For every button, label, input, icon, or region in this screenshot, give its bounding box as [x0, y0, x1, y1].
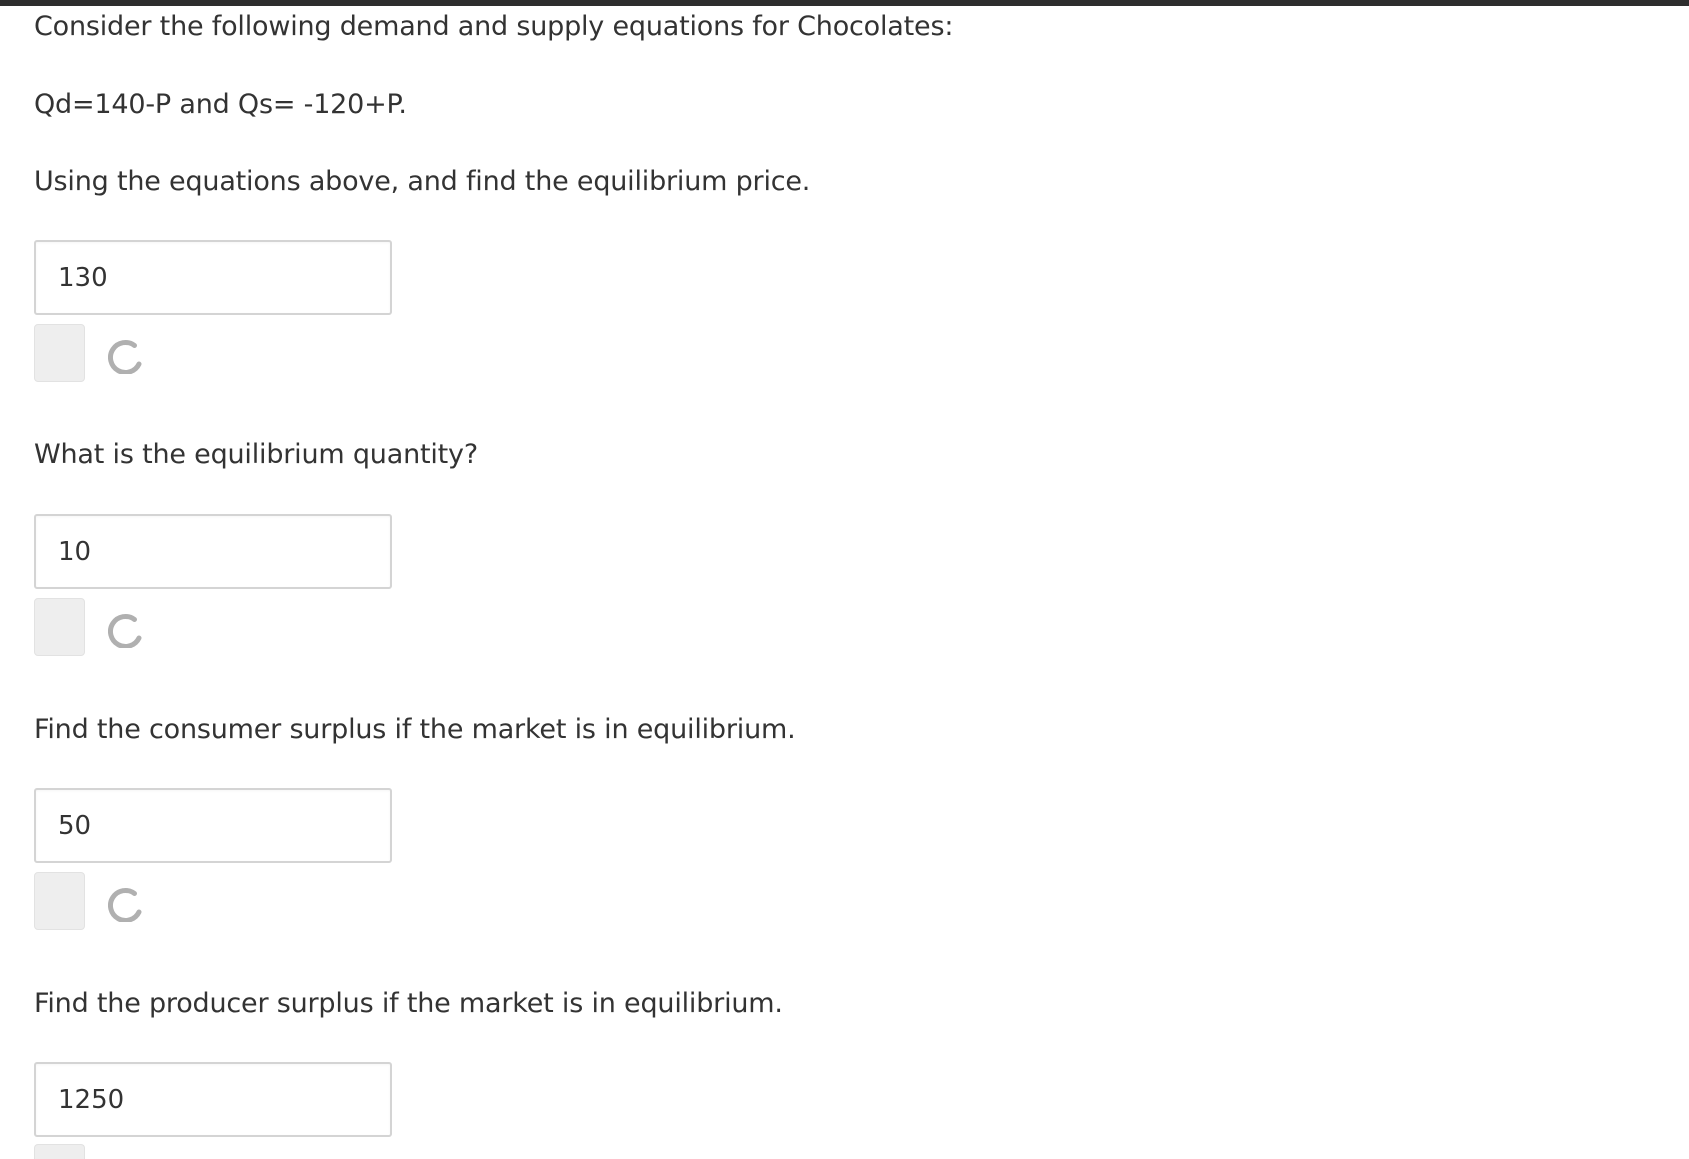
part-2-answer-field[interactable] [34, 514, 392, 589]
part-3-answer-field[interactable] [34, 788, 392, 863]
top-border-bar [0, 0, 1689, 6]
part-2-answer-input[interactable] [36, 516, 390, 587]
part-4-prompt: Find the producer surplus if the market … [34, 988, 783, 1019]
part-4-answer-field[interactable] [34, 1062, 392, 1137]
part-2-prompt: What is the equilibrium quantity? [34, 439, 478, 470]
part-1-check-button[interactable] [34, 324, 85, 382]
question-equations: Qd=140-P and Qs= -120+P. [34, 89, 407, 120]
part-1-prompt: Using the equations above, and find the … [34, 166, 811, 197]
part-4-check-button[interactable] [34, 1144, 85, 1159]
part-3-loading-spinner-icon [108, 888, 142, 922]
part-3-answer-input[interactable] [36, 790, 390, 861]
part-2-loading-spinner-icon [108, 614, 142, 648]
question-intro: Consider the following demand and supply… [34, 11, 954, 42]
part-2-check-button[interactable] [34, 598, 85, 656]
part-3-check-button[interactable] [34, 872, 85, 930]
part-1-answer-input[interactable] [36, 242, 390, 313]
part-1-loading-spinner-icon [108, 340, 142, 374]
part-1-answer-field[interactable] [34, 240, 392, 315]
part-4-answer-input[interactable] [36, 1064, 390, 1135]
part-3-prompt: Find the consumer surplus if the market … [34, 714, 796, 745]
